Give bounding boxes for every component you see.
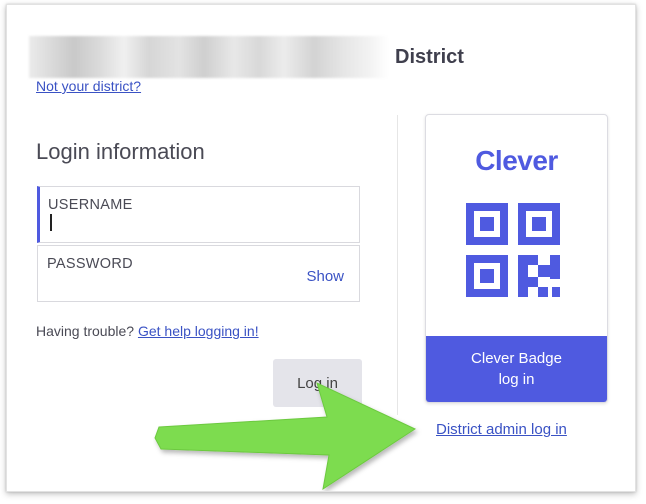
badge-button-line2: log in	[498, 371, 535, 388]
get-help-link[interactable]: Get help logging in!	[138, 323, 259, 339]
column-divider	[397, 115, 398, 415]
username-label: USERNAME	[48, 197, 133, 213]
password-field[interactable]: PASSWORD Show	[37, 245, 360, 302]
password-label: PASSWORD	[47, 256, 133, 272]
clever-logo: Clever	[475, 145, 558, 176]
username-field[interactable]: USERNAME	[37, 186, 360, 243]
clever-badge-login-button[interactable]: Clever Badge log in	[426, 336, 607, 402]
redacted-district-name	[29, 36, 389, 78]
text-cursor	[50, 214, 52, 231]
not-your-district-link[interactable]: Not your district?	[36, 78, 141, 94]
clever-badge-card: Clever Clever Badge log in	[425, 114, 608, 403]
district-admin-login-link[interactable]: District admin log in	[436, 421, 567, 438]
login-panel: District Not your district? Login inform…	[6, 4, 636, 492]
trouble-text: Having trouble? Get help logging in!	[36, 323, 259, 339]
district-label: District	[395, 45, 464, 68]
badge-button-line1: Clever Badge	[471, 350, 562, 367]
show-password-toggle[interactable]: Show	[306, 268, 344, 285]
login-button[interactable]: Log in	[273, 359, 362, 407]
qr-code-icon	[466, 203, 560, 297]
login-heading: Login information	[36, 139, 205, 164]
trouble-label: Having trouble?	[36, 323, 135, 339]
district-header: District	[29, 35, 464, 79]
